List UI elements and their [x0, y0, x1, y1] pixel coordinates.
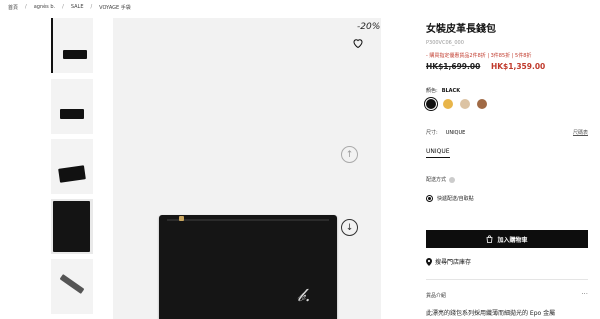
color-swatch-yellow[interactable]: [443, 99, 453, 109]
shipping-option-label: 快遞配送/自取點: [437, 196, 474, 202]
breadcrumb: 首頁 / agnès b. / SALE / VOYAGE 手袋: [8, 4, 131, 11]
product-title: 女裝皮革長錢包: [426, 24, 496, 35]
breadcrumb-separator: /: [90, 4, 93, 10]
radio-selected-icon[interactable]: [426, 195, 433, 202]
wallet-thumbnail-image: [58, 165, 86, 183]
location-pin-icon: [426, 257, 432, 266]
thumbnail-5[interactable]: [51, 259, 93, 314]
more-icon[interactable]: ···: [581, 290, 588, 298]
breadcrumb-home[interactable]: 首頁: [8, 4, 18, 11]
product-intro-text: 此漂亮的錢包系列採用纖薄而細拋光的 Epo 金屬: [426, 310, 556, 317]
arrow-down-icon: ↓: [345, 222, 354, 233]
breadcrumb-brand[interactable]: agnès b.: [34, 4, 55, 11]
find-store-label: 搜尋門店庫存: [435, 259, 472, 266]
breadcrumb-category[interactable]: VOYAGE 手袋: [99, 4, 131, 11]
color-label: 顏色: BLACK: [426, 87, 460, 94]
wallet-thumbnail-image: [63, 50, 87, 59]
shopping-bag-icon: [487, 235, 493, 243]
discount-badge: -20%: [357, 22, 381, 32]
product-intro-title: 貨品介紹: [426, 293, 447, 299]
selected-size: UNIQUE: [445, 130, 466, 136]
thumbnail-1[interactable]: [51, 18, 93, 73]
breadcrumb-separator: /: [62, 4, 64, 10]
arrow-up-icon: ↑: [345, 149, 354, 160]
heart-icon[interactable]: [352, 37, 364, 49]
selected-color: BLACK: [441, 88, 461, 94]
wallet-detail-thumbnail-image: [53, 201, 90, 252]
size-row: 尺寸: UNIQUE 尺碼表: [426, 129, 588, 136]
breadcrumb-separator: /: [25, 4, 27, 10]
wallet-zipper: [167, 219, 329, 221]
wallet-thumbnail-image: [60, 109, 84, 119]
color-swatch-brown[interactable]: [477, 99, 487, 109]
size-label: 尺寸:: [426, 130, 438, 136]
wallet-side-thumbnail-image: [59, 274, 85, 294]
product-intro-header[interactable]: 貨品介紹 ···: [426, 290, 588, 299]
price-row: HK$1,699.00 HK$1,359.00: [426, 62, 545, 71]
divider: [426, 279, 588, 280]
shipping-label-text: 配送方式: [426, 177, 447, 183]
breadcrumb-sale[interactable]: SALE: [71, 4, 84, 11]
previous-image-button[interactable]: ↑: [341, 146, 358, 163]
wallet-product-image: 𝒷.: [159, 215, 337, 319]
add-to-cart-button[interactable]: 加入購物車: [426, 230, 588, 248]
original-price: HK$1,699.00: [426, 62, 481, 71]
thumbnail-4[interactable]: [51, 199, 93, 254]
find-store-link[interactable]: 搜尋門店庫存: [426, 257, 471, 266]
color-label-text: 顏色:: [426, 88, 438, 94]
info-icon[interactable]: [449, 176, 456, 183]
promo-text: - 購買指定優惠貨品2件8折 | 3件85折 | 5件8折: [426, 53, 532, 59]
thumbnail-3[interactable]: [51, 139, 93, 194]
next-image-button[interactable]: ↓: [341, 219, 358, 236]
product-sku: P300VC06_000: [426, 40, 464, 46]
add-to-cart-label: 加入購物車: [497, 236, 528, 244]
shipping-label: 配送方式: [426, 176, 456, 183]
shipping-option[interactable]: 快遞配送/自取點: [426, 195, 474, 202]
color-swatches: [426, 99, 487, 109]
size-option-unique[interactable]: UNIQUE: [426, 148, 450, 158]
thumbnail-2[interactable]: [51, 79, 93, 134]
logo-signature: 𝒷.: [297, 285, 311, 306]
sale-price: HK$1,359.00: [490, 62, 546, 71]
zipper-pull: [179, 216, 184, 221]
size-guide-link[interactable]: 尺碼表: [573, 129, 588, 136]
color-swatch-black[interactable]: [426, 99, 436, 109]
color-swatch-beige[interactable]: [460, 99, 470, 109]
